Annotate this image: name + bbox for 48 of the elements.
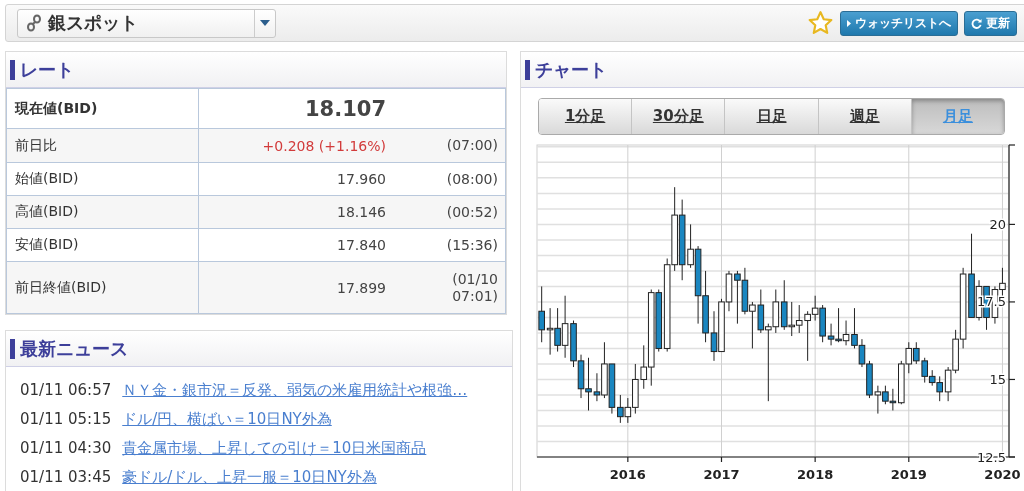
panel-title: 最新ニュース [20,336,128,361]
heading-marker [525,59,530,80]
timeframe-tab[interactable]: 日足 [725,99,819,134]
row-label: 高値(BID) [7,196,199,228]
x-axis-label: 2020 [984,467,1021,482]
x-axis-label: 2017 [703,467,740,482]
refresh-icon [971,17,982,29]
news-time: 01/11 03:45 [20,468,112,487]
instrument-dropdown[interactable]: 銀スポット [17,8,276,38]
current-price: 18.107 [303,96,386,121]
y-axis-label: 20 [989,216,1006,232]
x-axis-label: 2018 [797,467,834,482]
panel-title: レート [20,57,74,82]
heading-marker [10,338,15,359]
price-value: 17.960 [336,171,386,187]
chain-link-icon [26,14,42,32]
price-value: 17.840 [336,237,386,253]
timeframe-tab[interactable]: 30分足 [632,99,726,134]
x-axis-label: 2016 [609,467,646,482]
timeframe-tab[interactable]: 1分足 [539,99,633,134]
news-link[interactable]: 豪ドル/ドル、上昇一服＝10日NY外為 [122,468,377,487]
y-axis-label: 15 [989,371,1006,387]
row-label: 前日終値(BID) [7,262,199,313]
news-time: 01/11 05:15 [20,410,112,429]
star-icon[interactable] [807,10,834,36]
row-label: 前日比 [7,129,199,162]
time-text: (08:00) [445,170,498,188]
time-text: (00:52) [445,203,498,221]
time-text: (07:00) [445,137,498,154]
watchlist-button[interactable]: ウォッチリストへ [840,10,958,36]
caret-down-icon [260,20,270,26]
heading-marker [10,59,15,80]
refresh-button[interactable]: 更新 [964,10,1017,36]
news-link[interactable]: 貴金属市場、上昇しての引け＝10日米国商品 [122,439,427,458]
price-value: 17.899 [336,279,386,296]
caret-right-icon [847,19,851,27]
x-axis-label: 2019 [890,467,927,482]
panel-title: チャート [535,57,607,82]
news-link[interactable]: ドル/円、横ばい＝10日NY外為 [122,410,332,429]
timeframe-tab[interactable]: 週足 [818,99,912,134]
news-time: 01/11 04:30 [20,439,112,458]
price-change: +0.208 (+1.16%) [261,137,386,154]
news-time: 01/11 06:57 [20,381,112,400]
price-value: 18.146 [336,204,386,220]
instrument-name: 銀スポット [48,11,138,35]
time-text: (15:36) [445,236,498,254]
time-text: (01/10 07:01) [451,271,498,304]
news-link[interactable]: ＮＹ金・銀市況＝反発、弱気の米雇用統計や根強… [122,381,468,400]
